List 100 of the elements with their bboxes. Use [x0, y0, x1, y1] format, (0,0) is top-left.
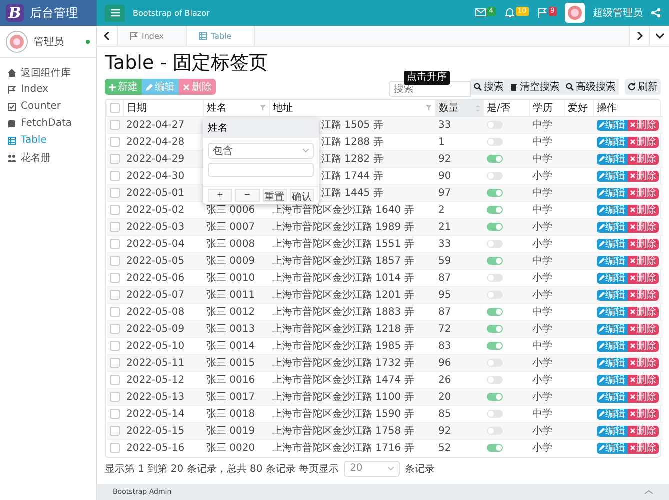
table-cell: 83 [438, 340, 452, 352]
logo-icon: B [6, 4, 24, 22]
table-cell: 2022-05-08 [126, 306, 185, 318]
row-delete-button[interactable]: 删除 [628, 392, 658, 402]
row-delete-button[interactable]: 删除 [628, 426, 658, 436]
row-delete-button[interactable]: 删除 [628, 290, 658, 300]
row-edit-button[interactable]: 编辑 [596, 442, 628, 454]
table-cell: 小学 [532, 375, 552, 386]
sidebar-item[interactable]: Table [0, 132, 96, 149]
operator-select[interactable]: 包含 [208, 143, 314, 159]
row-delete-button[interactable]: 删除 [628, 170, 658, 182]
table-cell: 2022-04-30 [126, 170, 185, 182]
table-cell: 上海市普陀区金沙江路 1883 弄 [272, 307, 414, 318]
row-edit-button[interactable]: 编辑 [596, 392, 628, 402]
table-cell: 90 [438, 170, 452, 182]
page-title: Table - 固定标签页 [105, 51, 270, 75]
row-delete-button[interactable]: 删除 [628, 442, 658, 454]
row-delete-button[interactable]: 删除 [628, 358, 658, 368]
table-cell: 52 [438, 442, 452, 454]
table-cell: 小学 [532, 171, 552, 182]
table-cell: 1 [438, 136, 445, 148]
row-edit-button[interactable]: 编辑 [596, 204, 628, 216]
pagination-suffix: 条记录 [405, 462, 436, 476]
table-cell: 2022-05-01 [126, 188, 185, 198]
table-cell: 2022-05-15 [126, 426, 185, 436]
row-edit-button[interactable]: 编辑 [596, 324, 628, 334]
sidebar-item[interactable]: 返回组件库 [0, 64, 96, 81]
row-edit-button[interactable]: 编辑 [596, 170, 628, 182]
column-header: 爱好 [568, 102, 588, 115]
row-edit-button[interactable]: 编辑 [596, 290, 628, 300]
filter-action-button[interactable]: + [208, 189, 232, 202]
table-cell: 张三 0017 [206, 392, 256, 403]
tab[interactable]: Table [186, 26, 255, 46]
sidebar-item[interactable]: FetchData [0, 115, 96, 132]
table-cell: 江路 1505 弄 [322, 120, 384, 131]
row-delete-button[interactable]: 删除 [628, 272, 658, 284]
table-cell: 张三 0013 [206, 324, 256, 335]
table-cell: 上海市普陀区金沙江路 1551 弄 [272, 239, 414, 250]
row-delete-button[interactable]: 删除 [628, 306, 658, 318]
table-cell: 上海市普陀区金沙江路 1716 弄 [272, 443, 414, 454]
row-delete-button[interactable]: 删除 [628, 256, 658, 266]
row-delete-button[interactable]: 删除 [628, 238, 658, 250]
sidebar-item[interactable]: Counter [0, 98, 96, 115]
delete-button[interactable]: 删除 [179, 79, 216, 95]
row-edit-button[interactable]: 编辑 [596, 340, 628, 352]
row-edit-button[interactable]: 编辑 [596, 238, 628, 250]
table-cell: 上海市普陀区金沙江路 1218 弄 [272, 324, 414, 335]
page-size-select[interactable]: 20 [344, 460, 400, 476]
table-cell: 张三 0015 [206, 358, 256, 369]
table-cell: 2022-05-10 [126, 340, 185, 352]
row-edit-button[interactable]: 编辑 [596, 154, 628, 164]
table-cell: 张三 0011 [206, 290, 256, 301]
table-cell: 上海市普陀区金沙江路 1100 弄 [272, 392, 414, 403]
row-delete-button[interactable]: 删除 [628, 136, 658, 148]
sidebar-item[interactable]: Index [0, 81, 96, 98]
row-edit-button[interactable]: 编辑 [596, 306, 628, 318]
table-cell: 2022-05-16 [126, 442, 185, 454]
table-cell: 2022-05-07 [126, 290, 185, 300]
row-delete-button[interactable]: 删除 [628, 120, 658, 130]
row-edit-button[interactable]: 编辑 [596, 256, 628, 266]
row-edit-button[interactable]: 编辑 [596, 120, 628, 130]
add-button[interactable]: 新建 [105, 79, 142, 95]
row-delete-button[interactable]: 删除 [628, 324, 658, 334]
filter-action-button[interactable]: 确认 [290, 189, 314, 202]
table-cell: 2 [438, 204, 445, 216]
sidebar-item[interactable]: 花名册 [0, 149, 96, 166]
user-name[interactable]: 超级管理员 [593, 6, 643, 20]
filter-action-button[interactable]: 重置 [262, 189, 287, 202]
refresh-button[interactable]: 刷新 [625, 79, 661, 95]
row-edit-button[interactable]: 编辑 [596, 272, 628, 284]
table-cell: 2022-05-12 [126, 374, 185, 386]
table-cell: 97 [438, 188, 452, 198]
table-cell: 中学 [532, 341, 552, 352]
row-delete-button[interactable]: 删除 [628, 204, 658, 216]
table-cell: 2022-05-06 [126, 272, 185, 284]
row-delete-button[interactable]: 删除 [628, 408, 658, 420]
table-cell: 江路 1445 弄 [322, 188, 384, 199]
row-delete-button[interactable]: 删除 [628, 374, 658, 386]
row-delete-button[interactable]: 删除 [628, 154, 658, 164]
row-edit-button[interactable]: 编辑 [596, 426, 628, 436]
table-cell: 59 [438, 256, 452, 266]
table-cell: 张三 0007 [206, 222, 256, 233]
table-cell: 33 [438, 120, 452, 130]
column-header: 地址 [273, 102, 293, 115]
advanced-button[interactable]: 高级搜索 [563, 79, 619, 95]
row-edit-button[interactable]: 编辑 [596, 408, 628, 420]
row-edit-button[interactable]: 编辑 [596, 136, 628, 148]
table-cell: 上海市普陀区金沙江路 1857 弄 [272, 256, 414, 267]
row-edit-button[interactable]: 编辑 [596, 188, 628, 198]
table-cell: 江路 1288 弄 [322, 137, 384, 148]
row-edit-button[interactable]: 编辑 [596, 374, 628, 386]
site-title: Bootstrap of Blazor [133, 8, 210, 18]
table-cell: 20 [438, 392, 452, 402]
row-edit-button[interactable]: 编辑 [596, 222, 628, 232]
row-delete-button[interactable]: 删除 [628, 222, 658, 232]
row-delete-button[interactable]: 删除 [628, 340, 658, 352]
row-delete-button[interactable]: 删除 [628, 188, 658, 198]
table-cell: 张三 0006 [206, 205, 256, 216]
row-edit-button[interactable]: 编辑 [596, 358, 628, 368]
filter-action-button[interactable]: − [235, 189, 260, 202]
